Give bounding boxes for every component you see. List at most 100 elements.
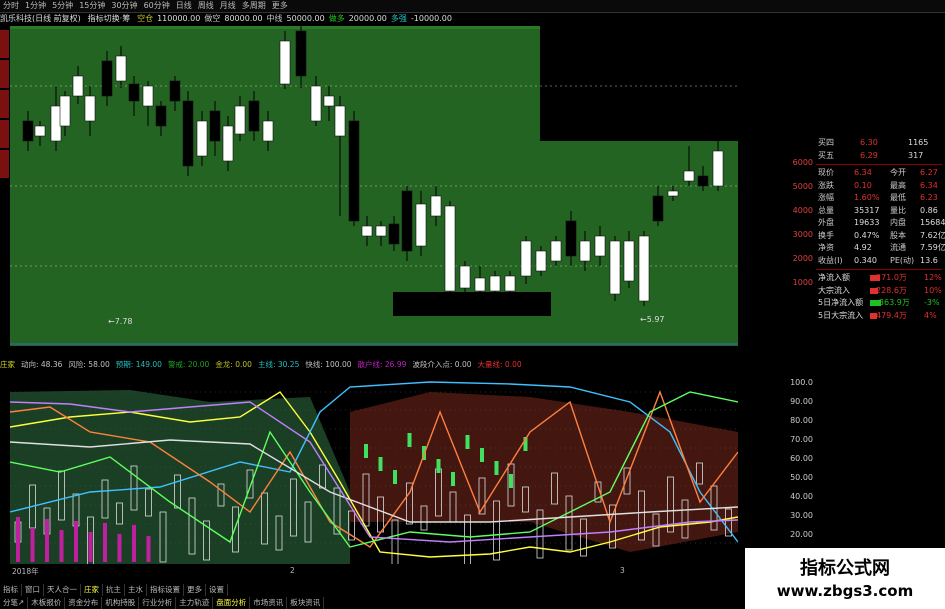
function-tab[interactable]: 资金分布 [65, 597, 103, 609]
flow-value: 479.4万 [876, 310, 907, 320]
indicator-bar-green [393, 470, 397, 484]
function-tab[interactable]: 行业分析 [139, 597, 177, 609]
candle-body [667, 190, 679, 197]
stat-label2: 量比 [890, 205, 906, 215]
indicator-bar-green [378, 457, 383, 471]
indicator-tab[interactable]: 主水 [125, 584, 147, 596]
period-tab[interactable]: 5分钟 [49, 0, 76, 12]
candle-body [683, 170, 695, 182]
param-label: 做多 [328, 14, 345, 23]
side-tab[interactable] [0, 30, 9, 58]
candle-body [415, 203, 427, 247]
indicator-param: 主线: 30.25 [257, 360, 300, 369]
indicator-tab[interactable]: 窗口 [22, 584, 44, 596]
period-tab[interactable]: 60分钟 [141, 0, 173, 12]
indicator-chart[interactable] [10, 372, 738, 564]
main-candlestick-chart[interactable]: ←7.78 ←5.97 [10, 26, 738, 346]
quote-label: 买五 [818, 150, 834, 160]
indicator-param: 散户线: 26.99 [357, 360, 407, 369]
indicator-bar-magenta [146, 536, 151, 562]
candle-body [196, 120, 208, 157]
indicator-tab[interactable]: 指标 [0, 584, 22, 596]
period-tab[interactable]: 月线 [217, 0, 239, 12]
side-tab[interactable] [0, 90, 9, 118]
candle-body [22, 120, 34, 142]
watermark-url: www.zbgs3.com [776, 582, 914, 600]
stat-value2: 15684 [920, 218, 945, 227]
stat-label2: 股本 [890, 230, 906, 240]
candle-body [712, 150, 724, 187]
indicator-tab[interactable]: 抗主 [103, 584, 125, 596]
candle-body [489, 275, 501, 292]
quote-row: 换手 0.47% 股本 7.62亿 [816, 230, 945, 243]
candle-body [401, 190, 413, 252]
stat-value: 6.34 [854, 168, 872, 177]
stat-value2: 0.86 [920, 205, 938, 215]
indicator-tab[interactable]: 设置 [206, 584, 228, 596]
stat-label2: 最高 [890, 180, 906, 190]
flow-percent: 4% [924, 310, 937, 320]
candle-body [279, 40, 291, 85]
indicator-switch[interactable]: 指标切换·筹 [88, 14, 135, 23]
period-tab[interactable]: 30分钟 [108, 0, 140, 12]
indicator-tab[interactable]: 指标设置 [147, 584, 184, 596]
indicator-bar-green [465, 435, 470, 449]
date-label: 2018年 [12, 567, 39, 576]
stat-value2: 13.6 [920, 255, 938, 265]
indicator-tick: 100.0 [790, 378, 813, 387]
indicator-tab[interactable]: 庄家 [81, 584, 103, 596]
quote-label: 买四 [818, 138, 834, 147]
candle-body [361, 225, 373, 237]
side-tab[interactable] [0, 120, 9, 148]
candle-body [504, 275, 516, 292]
function-tab[interactable]: 分笔↗ [0, 597, 29, 609]
candle-body [115, 55, 127, 82]
period-tab[interactable]: 更多 [269, 0, 291, 12]
left-side-tabs [0, 30, 9, 200]
function-tab[interactable]: 盘面分析 [213, 597, 251, 609]
indicator-tab[interactable]: 更多 [184, 584, 206, 596]
quote-qty: 1165 [908, 138, 929, 147]
candle-body [520, 240, 532, 277]
function-tab[interactable]: 主力轨迹 [176, 597, 214, 609]
stat-label: 外盘 [818, 218, 834, 227]
indicator-bar-magenta [30, 528, 35, 562]
candle-body [579, 240, 591, 262]
period-tab[interactable]: 多周期 [239, 0, 269, 12]
quote-value: 6.30 [860, 138, 878, 147]
chart-info-bar: 凯乐科技(日线 前复权) 指标切换·筹 空仓 110000.00 做空 80000.0… [0, 12, 800, 26]
function-tab[interactable]: 机构持股 [102, 597, 140, 609]
function-tab[interactable]: 市场资讯 [250, 597, 288, 609]
stat-label: 现价 [818, 168, 834, 177]
period-tab[interactable]: 分时 [0, 0, 22, 12]
quote-panel: 买四 6.30 1165 买五 6.29 317 现价 6.34 今开 6.27 涨跌 0.10 最高 6… [816, 137, 945, 337]
candle-body [594, 235, 606, 257]
side-tab[interactable] [0, 150, 9, 178]
indicator-bar-magenta [132, 525, 136, 562]
stat-value: 0.340 [854, 255, 877, 265]
indicator-bar-green [451, 472, 455, 486]
function-tab[interactable]: 板块资讯 [287, 597, 325, 609]
period-tab[interactable]: 周线 [195, 0, 217, 12]
price-tick: 4000 [792, 206, 813, 215]
candle-body [459, 265, 471, 289]
indicator-bar-green [494, 461, 499, 475]
indicator-bar-green [509, 474, 513, 488]
period-tab[interactable]: 15分钟 [76, 0, 108, 12]
candle-body [248, 100, 260, 132]
candle-body [34, 125, 46, 137]
indicator-tick: 90.00 [790, 397, 813, 406]
quote-divider [816, 269, 942, 270]
indicator-bar-magenta [117, 534, 122, 562]
indicator-bar-magenta [16, 517, 20, 562]
side-tab[interactable] [0, 60, 9, 88]
period-tab[interactable]: 日线 [173, 0, 195, 12]
function-tab[interactable]: 木板报价 [28, 597, 66, 609]
indicator-tab[interactable]: 天人合一 [44, 584, 81, 596]
period-tab[interactable]: 1分钟 [22, 0, 49, 12]
redaction-block [393, 292, 551, 316]
watermark-title: 指标公式网 [800, 558, 890, 579]
flow-percent: 10% [924, 285, 942, 295]
date-label: 3 [620, 566, 625, 575]
indicator-param: 警戒: 20.00 [167, 360, 210, 369]
